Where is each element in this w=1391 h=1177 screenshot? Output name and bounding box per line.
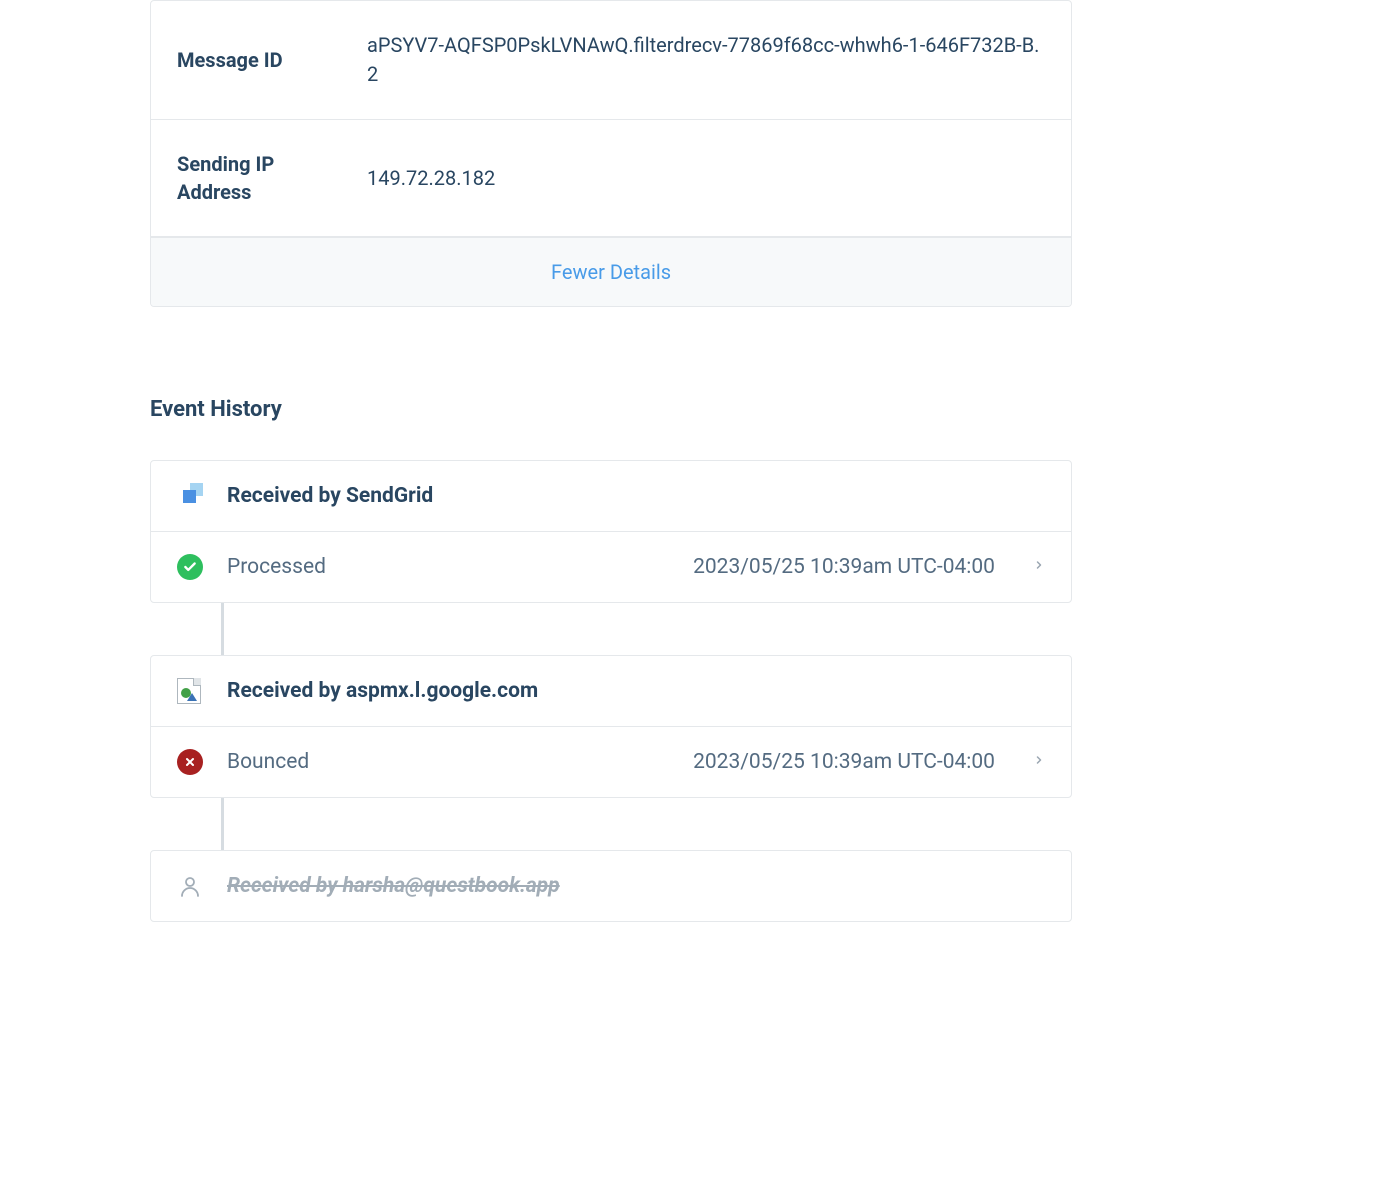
event-row-processed[interactable]: Processed 2023/05/25 10:39am UTC-04:00 xyxy=(151,532,1071,602)
detail-value-sending-ip: 149.72.28.182 xyxy=(337,164,495,193)
event-name: Processed xyxy=(227,555,669,579)
event-history-title: Event History xyxy=(150,397,1072,422)
detail-value-message-id: aPSYV7-AQFSP0PskLVNAwQ.filterdrecv-77869… xyxy=(337,31,1045,89)
event-group-header: Received by harsha@questbook.app xyxy=(151,851,1071,921)
group-connector xyxy=(221,603,224,655)
chevron-right-icon xyxy=(1033,555,1045,579)
detail-label-message-id: Message ID xyxy=(177,46,337,74)
event-group-header: Received by SendGrid xyxy=(151,461,1071,532)
message-details-card: Message ID aPSYV7-AQFSP0PskLVNAwQ.filter… xyxy=(150,0,1072,307)
event-group-header-title: Received by SendGrid xyxy=(227,484,433,508)
x-icon xyxy=(177,749,203,775)
check-icon xyxy=(177,554,203,580)
detail-row-sending-ip: Sending IP Address 149.72.28.182 xyxy=(151,120,1071,237)
chevron-right-icon xyxy=(1033,750,1045,774)
event-group-sendgrid: Received by SendGrid Processed 2023/05/2… xyxy=(150,460,1072,603)
person-icon xyxy=(177,873,203,899)
details-toggle-footer: Fewer Details xyxy=(151,237,1071,306)
event-row-bounced[interactable]: Bounced 2023/05/25 10:39am UTC-04:00 xyxy=(151,727,1071,797)
event-name: Bounced xyxy=(227,750,669,774)
detail-row-message-id: Message ID aPSYV7-AQFSP0PskLVNAwQ.filter… xyxy=(151,1,1071,120)
event-group-header: Received by aspmx.l.google.com xyxy=(151,656,1071,727)
event-group-header-title: Received by aspmx.l.google.com xyxy=(227,679,538,703)
event-time: 2023/05/25 10:39am UTC-04:00 xyxy=(693,750,995,774)
event-group-google: Received by aspmx.l.google.com Bounced 2… xyxy=(150,655,1072,798)
server-icon xyxy=(177,678,203,704)
event-group-recipient: Received by harsha@questbook.app xyxy=(150,850,1072,922)
fewer-details-link[interactable]: Fewer Details xyxy=(551,260,671,284)
sendgrid-icon xyxy=(177,483,203,509)
event-time: 2023/05/25 10:39am UTC-04:00 xyxy=(693,555,995,579)
detail-label-sending-ip: Sending IP Address xyxy=(177,150,337,206)
group-connector xyxy=(221,798,224,850)
event-group-header-title: Received by harsha@questbook.app xyxy=(227,874,560,898)
